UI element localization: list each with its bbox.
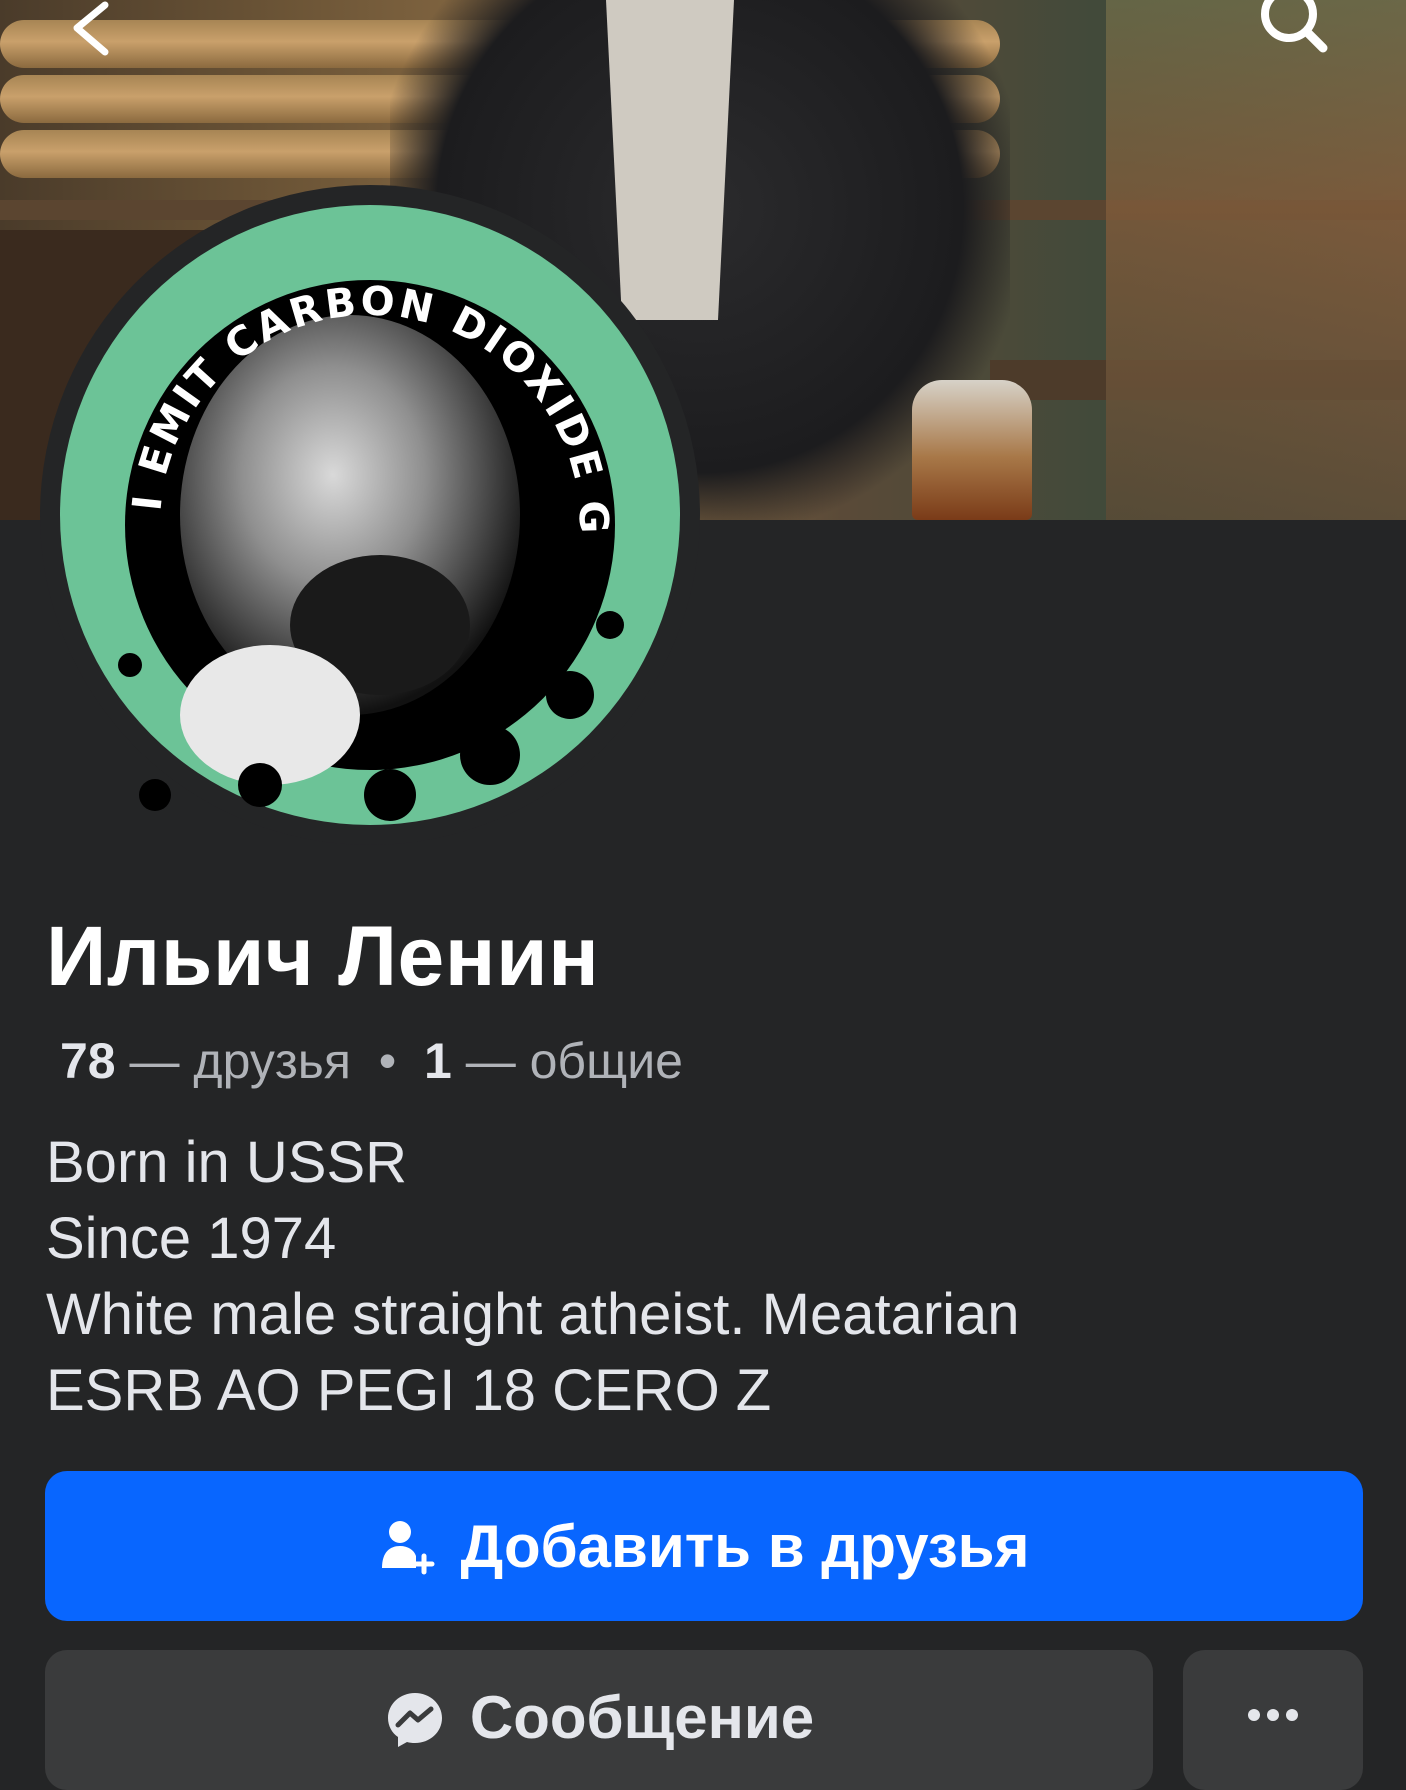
bio-line: White male straight atheist. Meatarian — [46, 1282, 1020, 1347]
profile-bio: Born in USSR Since 1974 White male strai… — [46, 1125, 1020, 1429]
chevron-left-icon — [73, 1, 109, 56]
message-label: Сообщение — [469, 1683, 815, 1751]
more-icon — [1248, 1709, 1298, 1721]
bio-line: Since 1974 — [46, 1206, 337, 1271]
avatar-image: I EMIT CARBON DIOXIDE GAS — [50, 195, 680, 825]
bio-line: ESRB AO PEGI 18 CERO Z — [46, 1358, 772, 1423]
messenger-icon — [387, 1693, 442, 1747]
profile-avatar[interactable]: I EMIT CARBON DIOXIDE GAS — [40, 185, 700, 845]
friends-count: 78 — [60, 1033, 116, 1089]
more-options-button[interactable] — [1183, 1650, 1363, 1790]
add-friend-label: Добавить в друзья — [460, 1512, 1030, 1580]
stats-separator: • — [378, 1033, 397, 1089]
mutual-label: — общие — [465, 1033, 683, 1089]
message-button[interactable]: Сообщение — [45, 1650, 1153, 1790]
mutual-count: 1 — [424, 1033, 452, 1089]
friends-stats[interactable]: 78 — друзья • 1 — общие — [60, 1032, 683, 1090]
add-friend-icon — [382, 1521, 435, 1575]
profile-name: Ильич Ленин — [46, 909, 600, 1003]
friends-label: — друзья — [129, 1033, 351, 1089]
back-button[interactable] — [50, 0, 130, 70]
search-icon — [1261, 0, 1328, 53]
add-friend-button[interactable]: Добавить в друзья — [45, 1471, 1363, 1621]
bio-line: Born in USSR — [46, 1130, 408, 1195]
search-button[interactable] — [1255, 0, 1335, 70]
